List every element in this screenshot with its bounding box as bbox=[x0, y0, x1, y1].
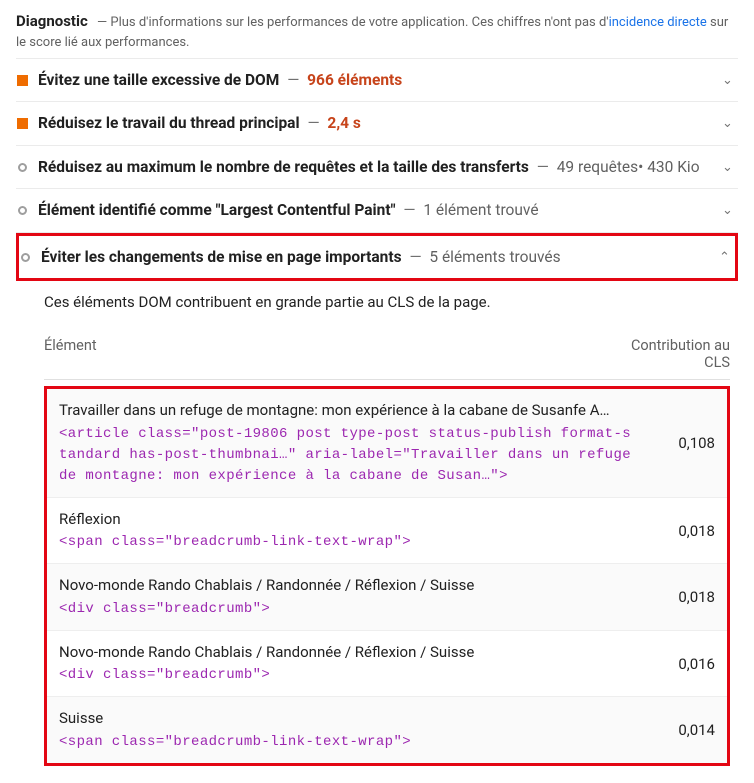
audit-lcp-element[interactable]: Élément identifié comme "Largest Content… bbox=[16, 189, 738, 232]
audit-title: Élément identifié comme "Largest Content… bbox=[38, 201, 396, 219]
col-cls: Contribution au CLS bbox=[610, 337, 730, 371]
table-row: Suisse <span class="breadcrumb-link-text… bbox=[47, 697, 727, 763]
cls-value: 0,108 bbox=[635, 434, 715, 452]
circle-icon bbox=[16, 205, 28, 217]
element-label: Novo-monde Rando Chablais / Randonnée / … bbox=[59, 576, 474, 594]
diagnostic-text: Plus d'informations sur les performances… bbox=[110, 15, 608, 30]
cls-value: 0,014 bbox=[635, 721, 715, 739]
table-header: Élément Contribution au CLS bbox=[44, 337, 730, 380]
element-label: Travailler dans un refuge de montagne: m… bbox=[59, 401, 610, 419]
table-row: Novo-monde Rando Chablais / Randonnée / … bbox=[47, 631, 727, 698]
audit-title: Réduisez au maximum le nombre de requête… bbox=[38, 158, 529, 176]
cls-value: 0,016 bbox=[635, 655, 715, 673]
element-label: Réflexion bbox=[59, 510, 121, 528]
audit-metric: 966 éléments bbox=[307, 71, 402, 89]
table-row: Novo-monde Rando Chablais / Randonnée / … bbox=[47, 564, 727, 631]
audit-title: Réduisez le travail du thread principal bbox=[38, 114, 300, 132]
dash: — bbox=[307, 114, 319, 132]
element-code: <div class="breadcrumb"> bbox=[59, 665, 635, 686]
audit-description: Ces éléments DOM contribuent en grande p… bbox=[16, 281, 738, 319]
table-row: Travailler dans un refuge de montagne: m… bbox=[47, 389, 727, 498]
audit-main-thread[interactable]: Réduisez le travail du thread principal … bbox=[16, 102, 738, 145]
square-icon bbox=[16, 118, 28, 130]
dash: — bbox=[403, 201, 415, 219]
audit-detail: 49 requêtes• 430 Kio bbox=[557, 158, 700, 176]
col-element: Élément bbox=[44, 337, 610, 371]
element-code: <article class="post-19806 post type-pos… bbox=[59, 424, 635, 487]
chevron-up-icon: ⌃ bbox=[719, 250, 735, 265]
element-code: <span class="breadcrumb-link-text-wrap"> bbox=[59, 532, 635, 553]
dash: — bbox=[97, 15, 107, 30]
diagnostic-title: Diagnostic bbox=[16, 12, 88, 30]
element-code: <div class="breadcrumb"> bbox=[59, 599, 635, 620]
cls-value: 0,018 bbox=[635, 522, 715, 540]
circle-icon bbox=[19, 251, 31, 263]
audit-dom-size[interactable]: Évitez une taille excessive de DOM — 966… bbox=[16, 59, 738, 102]
diagnostic-link[interactable]: incidence directe bbox=[609, 15, 707, 30]
table-row: Réflexion <span class="breadcrumb-link-t… bbox=[47, 498, 727, 565]
diagnostic-header: Diagnostic — Plus d'informations sur les… bbox=[16, 0, 738, 58]
audit-detail: 1 élément trouvé bbox=[423, 201, 538, 219]
dash: — bbox=[409, 248, 421, 266]
audit-metric: 2,4 s bbox=[327, 114, 360, 132]
element-label: Suisse bbox=[59, 709, 103, 727]
dash: — bbox=[537, 158, 549, 176]
chevron-down-icon: ⌄ bbox=[722, 203, 738, 218]
chevron-down-icon: ⌄ bbox=[722, 73, 738, 88]
audit-requests[interactable]: Réduisez au maximum le nombre de requête… bbox=[16, 146, 738, 189]
audit-list: Évitez une taille excessive de DOM — 966… bbox=[16, 58, 738, 281]
circle-icon bbox=[16, 161, 28, 173]
audit-layout-shift[interactable]: Éviter les changements de mise en page i… bbox=[16, 233, 738, 281]
element-code: <span class="breadcrumb-link-text-wrap"> bbox=[59, 732, 635, 753]
cls-value: 0,018 bbox=[635, 588, 715, 606]
dash: — bbox=[287, 71, 299, 89]
audit-title: Éviter les changements de mise en page i… bbox=[41, 248, 402, 266]
square-icon bbox=[16, 74, 28, 86]
cls-table: Élément Contribution au CLS Travailler d… bbox=[44, 337, 730, 766]
audit-title: Évitez une taille excessive de DOM bbox=[38, 71, 279, 89]
element-label: Novo-monde Rando Chablais / Randonnée / … bbox=[59, 643, 474, 661]
table-rows-highlight: Travailler dans un refuge de montagne: m… bbox=[44, 386, 730, 766]
chevron-down-icon: ⌄ bbox=[722, 160, 738, 175]
chevron-down-icon: ⌄ bbox=[722, 116, 738, 131]
audit-detail: 5 éléments trouvés bbox=[429, 248, 560, 266]
